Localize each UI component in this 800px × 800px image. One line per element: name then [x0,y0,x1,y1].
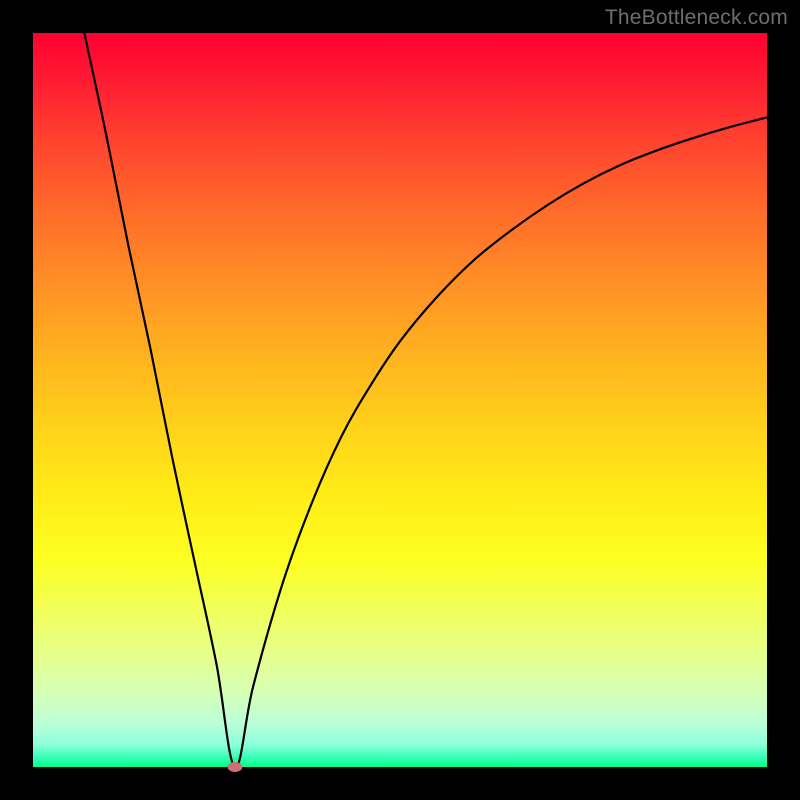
watermark-text: TheBottleneck.com [605,6,788,30]
bottleneck-curve [33,33,767,767]
plot-area [33,33,767,767]
minimum-marker [227,762,242,772]
chart-frame: TheBottleneck.com [0,0,800,800]
curve-path [84,33,767,767]
